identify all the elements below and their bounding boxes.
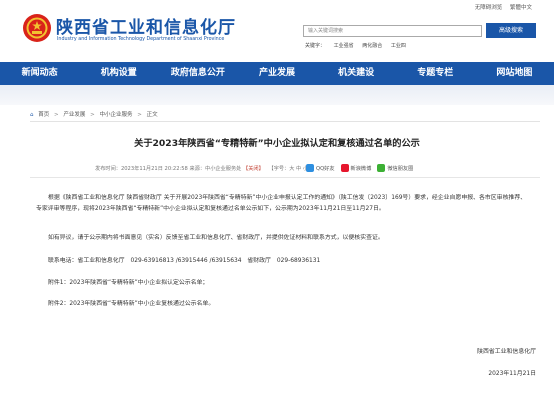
breadcrumb-current: 正文 (146, 112, 158, 118)
divider (30, 121, 540, 122)
attachment-link-2[interactable]: 附件2：2023年陕西省“专精特新”中小企业复核通过公示名单。 (36, 299, 528, 310)
wechat-icon[interactable] (377, 164, 386, 172)
article-date: 2023年11月21日 (488, 371, 536, 377)
article-paragraph: 根据《陕西省工业和信息化厅 陕西省财政厅 关于开展2023年陕西省“专精特新”中… (36, 195, 527, 212)
keyword-link[interactable]: 工业四 (391, 43, 406, 49)
nav-party-building[interactable]: 机关建设 (317, 62, 396, 85)
signature: 陕西省工业和信息化厅 (477, 349, 536, 355)
breadcrumb-separator: > (137, 112, 142, 118)
hot-keywords: 关键字： 工业强省 两化融合 工业四 (305, 42, 413, 49)
keyword-link[interactable]: 工业强省 (334, 43, 354, 49)
nav-topics[interactable]: 专题专栏 (396, 62, 475, 85)
attachment-link-1[interactable]: 附件1：2023年陕西省“专精特新”中小企业拟认定公示名单； (36, 278, 528, 289)
site-subtitle: Industry and Information Technology Depa… (57, 37, 225, 42)
article-paragraph: 如有异议，请于公示期内将书面意见（实名）反馈至省工业和信息化厅、省财政厅，并提供… (48, 235, 384, 241)
nav-news[interactable]: 新闻动态 (0, 62, 79, 85)
divider (30, 177, 540, 178)
nav-industry[interactable]: 产业发展 (237, 62, 316, 85)
accessibility-link[interactable]: 无障碍浏览 (475, 5, 503, 11)
breadcrumb: ⌂ 首页 > 产业发展 > 中小企业服务 > 正文 (30, 110, 161, 118)
national-emblem-icon (23, 14, 51, 42)
article-title: 关于2023年陕西省“专精特新”中小企业拟认定和复核通过名单的公示 (134, 138, 420, 149)
site-header: 无障碍浏览 繁體中文 陕西省工业和信息化厅 Industry and Infor… (0, 0, 554, 62)
close-link[interactable]: 【关闭】 (243, 166, 264, 172)
contact-info: 联系电话：省工业和信息化厅 029-63916813 /63915446 /63… (48, 258, 321, 264)
article-meta: 发布时间：2023年11月21日 20:22:58 来源：中小企业服务处 【关闭… (95, 165, 313, 172)
advanced-search-button[interactable]: 高级搜索 (486, 23, 536, 38)
top-links: 无障碍浏览 繁體中文 (469, 3, 532, 11)
nav-organization[interactable]: 机构设置 (79, 62, 158, 85)
traditional-chinese-link[interactable]: 繁體中文 (510, 5, 532, 11)
main-nav: 新闻动态 机构设置 政府信息公开 产业发展 机关建设 专题专栏 网站地图 (0, 62, 554, 85)
banner-strip (0, 85, 554, 105)
breadcrumb-industry[interactable]: 产业发展 (63, 112, 85, 118)
weibo-icon[interactable] (340, 164, 349, 172)
share-wechat[interactable]: 微信朋友圈 (387, 165, 413, 172)
qq-icon[interactable] (306, 164, 314, 172)
nav-gov-info[interactable]: 政府信息公开 (158, 62, 237, 85)
breadcrumb-home[interactable]: 首页 (38, 112, 49, 118)
publish-info: 发布时间：2023年11月21日 20:22:58 来源：中小企业服务处 (95, 166, 242, 172)
home-icon: ⌂ (30, 112, 34, 118)
search-input[interactable]: 输入关键词搜索 (303, 25, 482, 37)
share-bar: QQ好友 新浪微博 微信朋友圈 (300, 164, 413, 172)
breadcrumb-separator: > (54, 112, 59, 118)
keywords-label: 关键字： (305, 43, 326, 49)
share-qq[interactable]: QQ好友 (316, 165, 335, 172)
site-title[interactable]: 陕西省工业和信息化厅 (56, 13, 236, 38)
breadcrumb-sme-service[interactable]: 中小企业服务 (100, 112, 133, 118)
nav-sitemap[interactable]: 网站地图 (475, 62, 554, 85)
breadcrumb-separator: > (90, 112, 95, 118)
share-weibo[interactable]: 新浪微博 (351, 165, 372, 172)
keyword-link[interactable]: 两化融合 (362, 43, 382, 49)
